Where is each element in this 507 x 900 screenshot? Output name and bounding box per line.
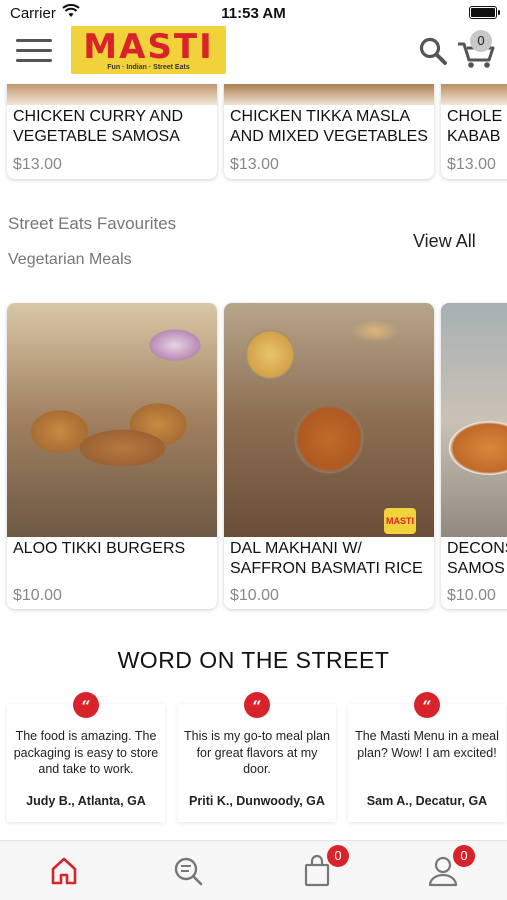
review-author: Sam A., Decatur, GA <box>366 794 488 808</box>
product-card[interactable]: CHICKEN TIKKA MASLA AND MIXED VEGETABLES… <box>224 84 434 179</box>
bag-count-badge: 0 <box>327 845 349 867</box>
product-price: $10.00 <box>230 587 279 604</box>
tab-browse[interactable] <box>171 853 207 889</box>
masti-logo[interactable]: MASTI Fun · Indian · Street Eats <box>71 26 226 74</box>
masti-badge: MASTI <box>384 508 416 534</box>
review-author: Priti K., Dunwoody, GA <box>189 794 325 808</box>
battery-icon <box>469 6 500 19</box>
review-text: The food is amazing. The packaging is ea… <box>13 729 159 776</box>
status-bar: Carrier 11:53 AM <box>0 0 507 26</box>
clock: 11:53 AM <box>221 5 286 22</box>
logo-wordmark: MASTI <box>83 27 214 67</box>
product-name: CHOLE KABAB <box>447 108 503 145</box>
product-card[interactable]: CHOLE KABAB $13.00 <box>441 84 507 179</box>
product-image <box>441 84 507 105</box>
product-name: DECONS SAMOS <box>447 540 507 577</box>
hamburger-menu-icon[interactable] <box>16 39 52 65</box>
view-all-link[interactable]: View All <box>413 231 476 252</box>
product-image <box>7 303 217 537</box>
home-scroll-content[interactable]: CHICKEN CURRY AND VEGETABLE SAMOSA $13.0… <box>0 84 507 840</box>
section-subtitle: Vegetarian Meals <box>8 251 132 268</box>
logo-tagline: Fun · Indian · Street Eats <box>107 64 190 71</box>
app-header: MASTI Fun · Indian · Street Eats 0 <box>0 26 507 84</box>
product-price: $13.00 <box>13 156 62 173</box>
product-image <box>224 84 434 105</box>
product-price: $13.00 <box>447 156 496 173</box>
product-price: $13.00 <box>230 156 279 173</box>
quote-icon: “ <box>414 692 440 718</box>
review-card: “ The Masti Menu in a meal plan? Wow! I … <box>348 692 506 822</box>
review-card: “ This is my go-to meal plan for great f… <box>178 692 336 822</box>
bottom-tab-bar: 0 0 <box>0 840 507 900</box>
reviews-title: WORD ON THE STREET <box>117 647 390 673</box>
cart-count-badge: 0 <box>470 30 492 52</box>
review-text: The Masti Menu in a meal plan? Wow! I am… <box>355 729 499 760</box>
tab-home[interactable] <box>46 853 82 889</box>
home-icon <box>51 857 77 885</box>
search-icon[interactable] <box>418 36 448 66</box>
product-card[interactable]: ALOO TIKKI BURGERS $10.00 <box>7 303 217 609</box>
product-image <box>224 303 434 537</box>
search-menu-icon <box>174 857 203 886</box>
product-name: ALOO TIKKI BURGERS <box>13 540 186 557</box>
review-author: Judy B., Atlanta, GA <box>26 794 146 808</box>
section-title: Street Eats Favourites <box>8 214 177 233</box>
product-price: $10.00 <box>13 587 62 604</box>
product-name: DAL MAKHANI W/ SAFFRON BASMATI RICE <box>230 540 423 577</box>
quote-icon: “ <box>73 692 99 718</box>
review-text: This is my go-to meal plan for great fla… <box>184 729 330 776</box>
product-image <box>441 303 507 537</box>
tab-bag[interactable]: 0 <box>299 845 349 889</box>
product-card[interactable]: DECONS SAMOS $10.00 <box>441 303 507 609</box>
tab-profile[interactable]: 0 <box>425 845 475 889</box>
product-name: CHICKEN TIKKA MASLA AND MIXED VEGETABLES <box>230 108 428 145</box>
profile-notification-badge: 0 <box>453 845 475 867</box>
product-card[interactable]: MASTI DAL MAKHANI W/ SAFFRON BASMATI RIC… <box>224 303 434 609</box>
product-name: CHICKEN CURRY AND VEGETABLE SAMOSA <box>13 108 184 145</box>
product-card[interactable]: CHICKEN CURRY AND VEGETABLE SAMOSA $13.0… <box>7 84 217 179</box>
product-price: $10.00 <box>447 587 496 604</box>
quote-icon: “ <box>244 692 270 718</box>
review-card: “ The food is amazing. The packaging is … <box>7 692 165 822</box>
cart-button[interactable]: 0 <box>456 30 498 70</box>
product-image <box>7 84 217 105</box>
